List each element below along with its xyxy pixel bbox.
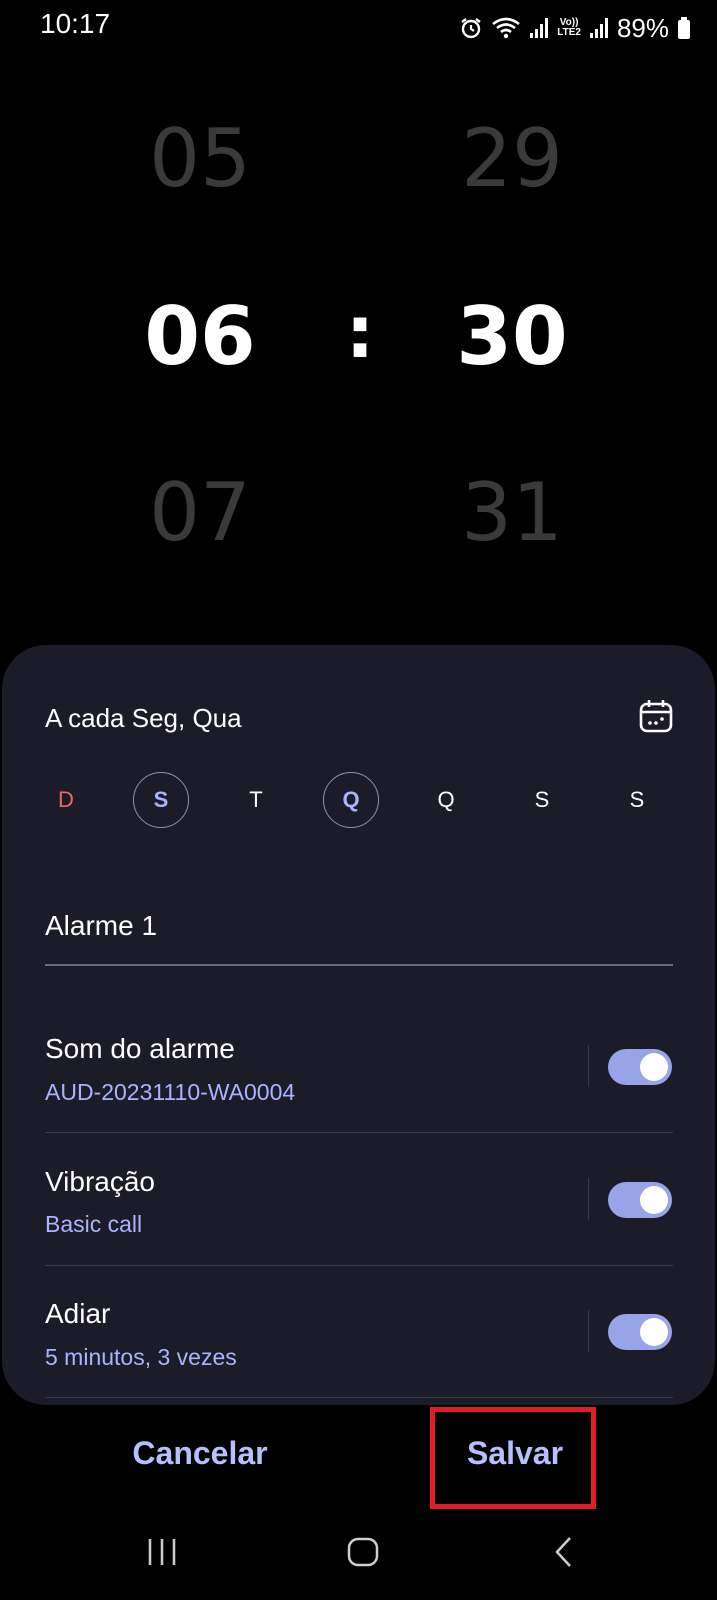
alarm-icon xyxy=(461,18,481,39)
vibration-toggle[interactable] xyxy=(608,1182,672,1218)
status-icons: Vo)) LTE2 89% xyxy=(459,8,691,48)
signal-icon xyxy=(589,18,608,38)
signal-icon xyxy=(530,18,549,38)
recents-icon[interactable] xyxy=(146,1535,178,1569)
minute-previous[interactable]: 29 xyxy=(412,112,612,205)
back-icon[interactable] xyxy=(552,1535,576,1569)
toggle-knob xyxy=(640,1186,668,1214)
cancel-button[interactable]: Cancelar xyxy=(120,1435,280,1472)
alarm-settings-card xyxy=(2,645,715,1405)
setting-title: Som do alarme xyxy=(45,1033,235,1064)
day-thursday[interactable]: Q xyxy=(418,772,474,828)
row-separator xyxy=(45,1132,673,1133)
battery-icon xyxy=(678,17,690,39)
repeat-summary: A cada Seg, Qua xyxy=(45,703,242,733)
setting-subtitle: AUD-20231110-WA0004 xyxy=(45,1079,296,1105)
battery-percent: 89% xyxy=(616,12,669,43)
alarm-name-underline xyxy=(45,964,673,966)
setting-subtitle: 5 minutos, 3 vezes xyxy=(45,1344,237,1370)
row-divider xyxy=(588,1178,589,1220)
setting-title: Adiar xyxy=(45,1298,111,1329)
hour-selected[interactable]: 06 xyxy=(100,290,300,383)
row-divider xyxy=(588,1310,589,1352)
calendar-icon[interactable] xyxy=(638,698,674,734)
time-separator: : xyxy=(345,290,375,374)
sound-toggle[interactable] xyxy=(608,1049,672,1085)
home-icon[interactable] xyxy=(346,1535,380,1569)
status-time: 10:17 xyxy=(40,8,111,39)
toggle-knob xyxy=(640,1053,668,1081)
row-separator xyxy=(45,1265,673,1266)
snooze-toggle[interactable] xyxy=(608,1314,672,1350)
alarm-name-input[interactable]: Alarme 1 xyxy=(45,910,673,942)
day-sunday[interactable]: D xyxy=(38,772,94,828)
day-monday[interactable]: S xyxy=(133,772,189,828)
toggle-knob xyxy=(640,1318,668,1346)
setting-title: Vibração xyxy=(45,1166,156,1197)
day-tuesday[interactable]: T xyxy=(228,772,284,828)
row-separator xyxy=(45,1397,673,1398)
wifi-icon xyxy=(492,17,521,39)
day-friday[interactable]: S xyxy=(514,772,570,828)
save-highlight-box xyxy=(430,1407,596,1509)
volte-indicator: Vo)) LTE2 xyxy=(557,17,581,38)
hour-next[interactable]: 07 xyxy=(100,466,300,559)
row-divider xyxy=(588,1045,589,1087)
minute-next[interactable]: 31 xyxy=(412,466,612,559)
hour-previous[interactable]: 05 xyxy=(100,112,300,205)
day-wednesday[interactable]: Q xyxy=(323,772,379,828)
setting-subtitle: Basic call xyxy=(45,1211,143,1237)
minute-selected[interactable]: 30 xyxy=(412,290,612,383)
weekday-selector: D S T Q Q S S xyxy=(20,772,700,832)
day-saturday[interactable]: S xyxy=(609,772,665,828)
